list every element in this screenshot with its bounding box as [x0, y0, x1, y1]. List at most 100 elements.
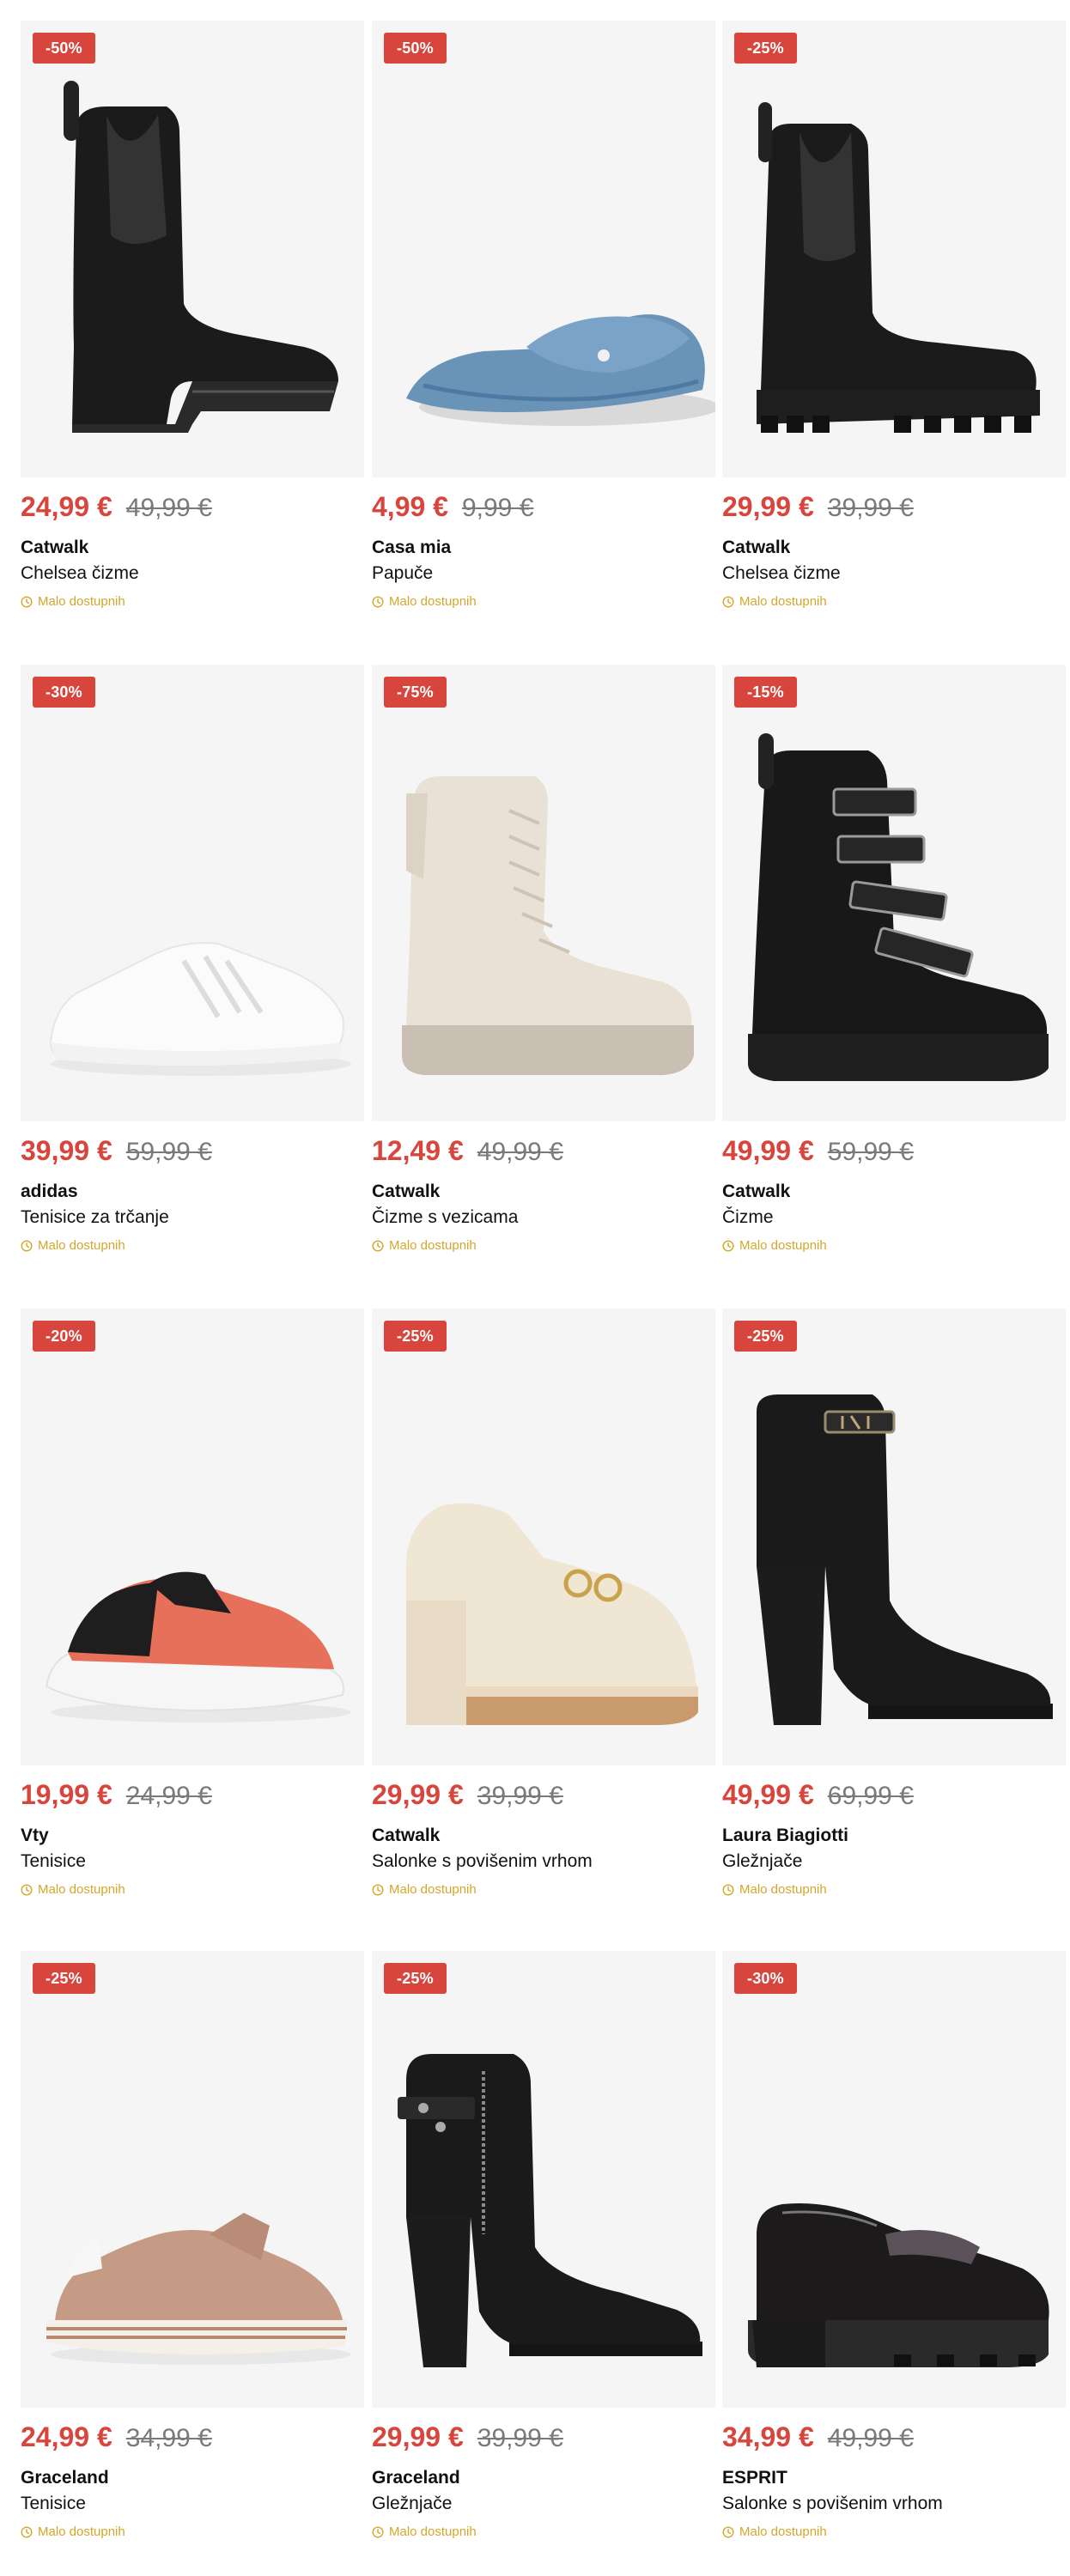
discount-badge: -25%	[734, 33, 797, 64]
product-image[interactable]: -25%	[21, 1951, 364, 2408]
product-card[interactable]: -30% 39,99 € 59,99 € adidas Tenisice za …	[21, 665, 364, 1283]
original-price: 49,99 €	[477, 1138, 563, 1166]
product-image[interactable]: -50%	[372, 21, 715, 477]
brand-name[interactable]: Catwalk	[372, 1826, 440, 1846]
brand-name[interactable]: Laura Biagiotti	[722, 1826, 848, 1846]
product-card[interactable]: -25% 29,99 € 39,99 € Catwalk Chelsea čiz…	[722, 21, 1066, 639]
discount-badge: -50%	[384, 33, 447, 64]
product-image[interactable]: -15%	[722, 665, 1066, 1121]
stock-label: Malo dostupnih	[739, 1238, 827, 1253]
original-price: 49,99 €	[827, 2424, 914, 2452]
product-image[interactable]: -75%	[372, 665, 715, 1121]
discount-badge: -25%	[734, 1321, 797, 1352]
blue-slipper-icon	[406, 314, 715, 426]
product-card[interactable]: -30% 34,99 € 49,99 € ESPRIT Salonke s po…	[722, 1951, 1066, 2569]
product-image[interactable]: -30%	[722, 1951, 1066, 2408]
original-price: 59,99 €	[125, 1138, 212, 1166]
stock-status: Malo dostupnih	[21, 1238, 125, 1253]
rose-gold-sneaker-icon	[46, 2213, 351, 2365]
brand-name[interactable]: adidas	[21, 1182, 78, 1202]
product-card[interactable]: -15% 49,99 € 59,99 € Catwalk Čizme Malo …	[722, 665, 1066, 1283]
product-card[interactable]: -25% 49,99 € 69,99 € Laura Biagiotti Gle…	[722, 1309, 1066, 1927]
black-zip-ankle-boot-icon	[398, 2054, 702, 2367]
product-card[interactable]: -25% 24,99 € 34,99 € Graceland Tenisice …	[21, 1951, 364, 2569]
original-price: 49,99 €	[125, 494, 212, 522]
product-grid: -50% 24,99 € 49,99 € Catwalk Chelsea čiz…	[0, 0, 1070, 2576]
original-price: 9,99 €	[461, 494, 534, 522]
product-image[interactable]: -50%	[21, 21, 364, 477]
stock-status: Malo dostupnih	[722, 1238, 827, 1253]
product-name[interactable]: Tenisice	[21, 2494, 86, 2514]
clock-icon	[722, 2525, 734, 2538]
product-name[interactable]: Chelsea čizme	[722, 563, 841, 584]
price-row: 49,99 € 59,99 €	[722, 1135, 914, 1173]
clock-icon	[21, 1883, 33, 1896]
stock-label: Malo dostupnih	[389, 1238, 477, 1253]
stock-status: Malo dostupnih	[372, 1882, 477, 1897]
sale-price: 12,49 €	[372, 1135, 464, 1166]
product-image[interactable]: -30%	[21, 665, 364, 1121]
clock-icon	[372, 1883, 384, 1896]
clock-icon	[21, 1239, 33, 1252]
stock-label: Malo dostupnih	[739, 2524, 827, 2539]
discount-badge: -50%	[33, 33, 95, 64]
product-image[interactable]: -25%	[372, 1951, 715, 2408]
product-name[interactable]: Papuče	[372, 563, 433, 584]
brand-name[interactable]: ESPRIT	[722, 2468, 787, 2488]
product-name[interactable]: Čizme s vezicama	[372, 1207, 518, 1228]
clock-icon	[372, 1239, 384, 1252]
brand-name[interactable]: Graceland	[21, 2468, 109, 2488]
original-price: 59,99 €	[827, 1138, 914, 1166]
discount-badge: -25%	[33, 1963, 95, 1994]
product-image[interactable]: -20%	[21, 1309, 364, 1765]
product-name[interactable]: Čizme	[722, 1207, 774, 1228]
sale-price: 24,99 €	[21, 491, 112, 522]
original-price: 34,99 €	[125, 2424, 212, 2452]
discount-badge: -15%	[734, 677, 797, 708]
price-row: 29,99 € 39,99 €	[372, 2421, 563, 2459]
brand-name[interactable]: Casa mia	[372, 538, 451, 558]
product-image[interactable]: -25%	[372, 1309, 715, 1765]
white-running-shoe-icon	[49, 942, 351, 1076]
product-card[interactable]: -50% 4,99 € 9,99 € Casa mia Papuče Malo …	[372, 21, 715, 639]
clock-icon	[372, 595, 384, 608]
brand-name[interactable]: Vty	[21, 1826, 49, 1846]
product-name[interactable]: Tenisice	[21, 1851, 86, 1872]
discount-badge: -75%	[384, 677, 447, 708]
stock-label: Malo dostupnih	[389, 594, 477, 609]
price-row: 24,99 € 49,99 €	[21, 491, 212, 529]
black-chunky-chelsea-boot-icon	[757, 102, 1040, 433]
product-name[interactable]: Gležnjače	[722, 1851, 802, 1872]
brand-name[interactable]: Catwalk	[21, 538, 88, 558]
black-chelsea-boot-icon	[64, 81, 338, 433]
product-name[interactable]: Chelsea čizme	[21, 563, 139, 584]
product-image[interactable]: -25%	[722, 21, 1066, 477]
stock-label: Malo dostupnih	[38, 1882, 125, 1897]
price-row: 29,99 € 39,99 €	[372, 1779, 563, 1817]
brand-name[interactable]: Catwalk	[372, 1182, 440, 1202]
product-name[interactable]: Gležnjače	[372, 2494, 452, 2514]
stock-label: Malo dostupnih	[389, 2524, 477, 2539]
price-row: 39,99 € 59,99 €	[21, 1135, 212, 1173]
stock-status: Malo dostupnih	[722, 594, 827, 609]
product-name[interactable]: Tenisice za trčanje	[21, 1207, 169, 1228]
product-name[interactable]: Salonke s povišenim vrhom	[372, 1851, 593, 1872]
patent-platform-loafer-icon	[748, 2203, 1049, 2367]
stock-status: Malo dostupnih	[372, 594, 477, 609]
black-heeled-ankle-boot-icon	[757, 1394, 1053, 1725]
black-buckle-boot-icon	[748, 733, 1049, 1081]
product-card[interactable]: -75% 12,49 € 49,99 € Catwalk Čizme s vez…	[372, 665, 715, 1283]
brand-name[interactable]: Graceland	[372, 2468, 460, 2488]
sale-price: 19,99 €	[21, 1779, 112, 1810]
price-row: 19,99 € 24,99 €	[21, 1779, 212, 1817]
cream-platform-loafer-icon	[406, 1503, 698, 1725]
product-card[interactable]: -25% 29,99 € 39,99 € Graceland Gležnjače…	[372, 1951, 715, 2569]
product-name[interactable]: Salonke s povišenim vrhom	[722, 2494, 943, 2514]
coral-sneaker-icon	[45, 1571, 351, 1722]
brand-name[interactable]: Catwalk	[722, 1182, 790, 1202]
product-image[interactable]: -25%	[722, 1309, 1066, 1765]
product-card[interactable]: -20% 19,99 € 24,99 € Vty Tenisice Malo d…	[21, 1309, 364, 1927]
product-card[interactable]: -50% 24,99 € 49,99 € Catwalk Chelsea čiz…	[21, 21, 364, 639]
brand-name[interactable]: Catwalk	[722, 538, 790, 558]
product-card[interactable]: -25% 29,99 € 39,99 € Catwalk Salonke s p…	[372, 1309, 715, 1927]
